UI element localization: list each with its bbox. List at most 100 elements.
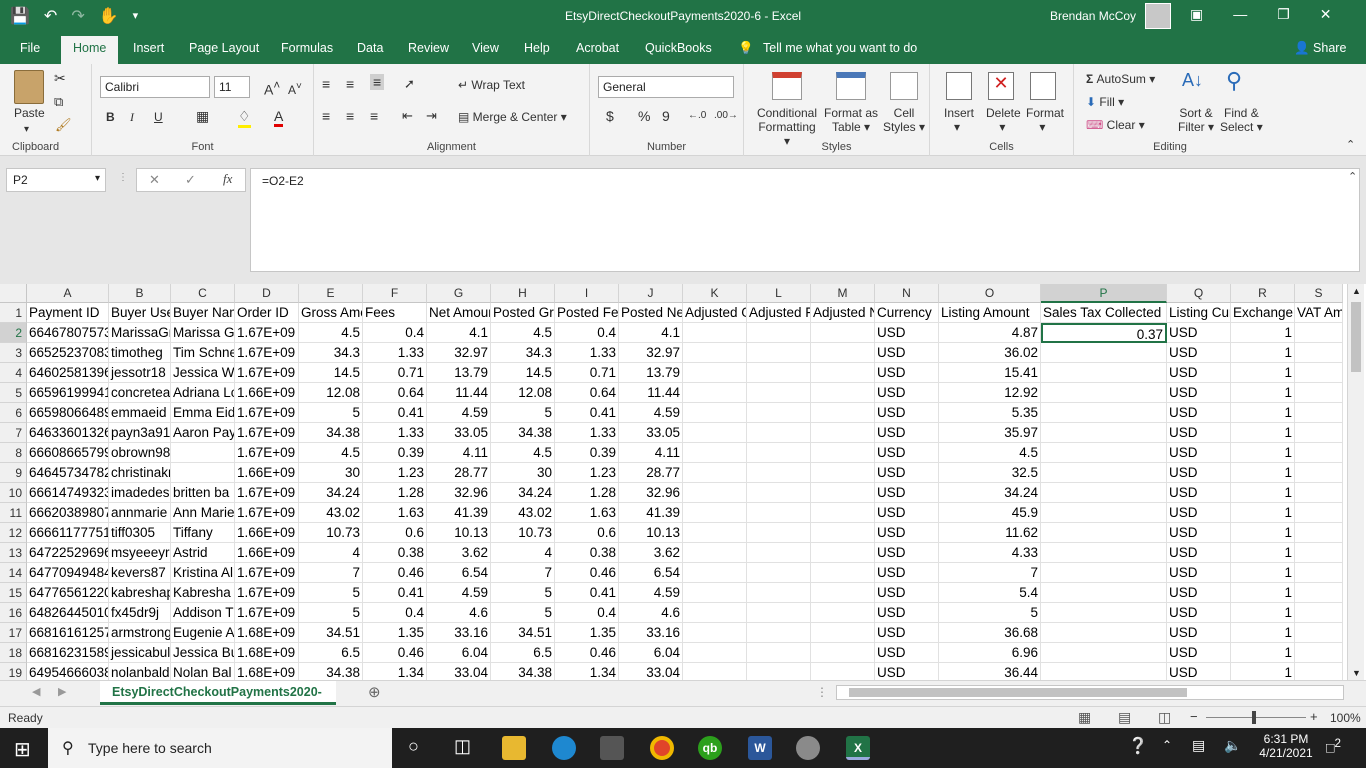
table-cell[interactable]: jessotr18	[109, 363, 171, 383]
column-header-r[interactable]: R	[1231, 284, 1295, 303]
table-cell[interactable]	[811, 343, 875, 363]
table-cell[interactable]: 35.97	[939, 423, 1041, 443]
ribbon-display-icon[interactable]: ▣	[1190, 6, 1203, 23]
minimize-icon[interactable]: —	[1233, 6, 1247, 23]
table-cell[interactable]	[1295, 363, 1343, 383]
table-cell[interactable]	[1295, 383, 1343, 403]
table-cell[interactable]: 1.28	[363, 483, 427, 503]
align-left-icon[interactable]: ≡	[322, 108, 330, 124]
tab-page-layout[interactable]: Page Layout	[189, 41, 259, 55]
table-cell[interactable]	[683, 623, 747, 643]
table-cell[interactable]: 1.66E+09	[235, 463, 299, 483]
table-cell[interactable]: 0.6	[555, 523, 619, 543]
row-header[interactable]: 4	[0, 363, 27, 383]
table-cell[interactable]	[1041, 483, 1167, 503]
next-sheet-icon[interactable]: ▶	[58, 685, 66, 698]
table-cell[interactable]: 6.5	[299, 643, 363, 663]
column-header-i[interactable]: I	[555, 284, 619, 303]
row-header[interactable]: 13	[0, 543, 27, 563]
table-cell[interactable]: Tiffany	[171, 523, 235, 543]
tray-chevron-icon[interactable]: ⌃	[1162, 738, 1172, 752]
table-cell[interactable]: 1.68E+09	[235, 643, 299, 663]
table-cell[interactable]	[683, 563, 747, 583]
table-cell[interactable]: 0.4	[363, 603, 427, 623]
table-cell[interactable]	[747, 543, 811, 563]
table-cell[interactable]: USD	[1167, 663, 1231, 680]
wrap-text-button[interactable]: ↵ Wrap Text	[458, 78, 525, 92]
table-cell[interactable]: USD	[1167, 363, 1231, 383]
scroll-down-icon[interactable]: ▼	[1352, 668, 1361, 678]
table-cell[interactable]: Emma Eid	[171, 403, 235, 423]
table-cell[interactable]	[1295, 563, 1343, 583]
table-cell[interactable]: Kristina Al	[171, 563, 235, 583]
table-cell[interactable]: 34.24	[299, 483, 363, 503]
column-header-c[interactable]: C	[171, 284, 235, 303]
table-cell[interactable]: 14.5	[299, 363, 363, 383]
row-header[interactable]: 17	[0, 623, 27, 643]
table-cell[interactable]: 64770949484	[27, 563, 109, 583]
table-cell[interactable]	[811, 603, 875, 623]
table-cell[interactable]	[683, 643, 747, 663]
formula-input[interactable]: =O2-E2	[250, 168, 1360, 272]
table-cell[interactable]	[683, 463, 747, 483]
table-cell[interactable]	[811, 403, 875, 423]
table-cell[interactable]	[811, 483, 875, 503]
vertical-scrollbar[interactable]: ▲ ▼	[1347, 284, 1364, 680]
tab-view[interactable]: View	[472, 41, 499, 55]
table-cell[interactable]: 0.4	[555, 323, 619, 343]
row-header[interactable]: 3	[0, 343, 27, 363]
add-sheet-icon[interactable]: ⊕	[368, 683, 381, 701]
table-cell[interactable]: 4.1	[619, 323, 683, 343]
table-cell[interactable]: 4.59	[619, 583, 683, 603]
table-cell[interactable]	[1041, 343, 1167, 363]
zoom-slider[interactable]	[1206, 717, 1306, 718]
table-cell[interactable]	[747, 523, 811, 543]
table-cell[interactable]	[747, 443, 811, 463]
merge-center-button[interactable]: ▤ Merge & Center ▾	[458, 110, 567, 124]
task-view-icon[interactable]: ◫	[454, 736, 471, 757]
table-cell[interactable]: 1.67E+09	[235, 603, 299, 623]
table-cell[interactable]: 1.68E+09	[235, 623, 299, 643]
table-cell[interactable]: 10.13	[619, 523, 683, 543]
table-cell[interactable]	[683, 603, 747, 623]
sort-filter-button[interactable]: Sort & Filter ▾	[1178, 106, 1214, 134]
table-cell[interactable]: 1	[1231, 663, 1295, 680]
table-cell[interactable]: 1	[1231, 383, 1295, 403]
table-cell[interactable]: 66614749323	[27, 483, 109, 503]
table-cell[interactable]: 34.38	[299, 423, 363, 443]
table-cell[interactable]	[747, 363, 811, 383]
table-cell[interactable]: 0.71	[363, 363, 427, 383]
insert-function-icon[interactable]: fx	[223, 171, 232, 187]
table-cell[interactable]: USD	[875, 463, 939, 483]
table-cell[interactable]: fx45dr9j	[109, 603, 171, 623]
table-cell[interactable]: 1.34	[363, 663, 427, 680]
table-cell[interactable]: 34.38	[491, 423, 555, 443]
table-cell[interactable]: 0.4	[555, 603, 619, 623]
table-cell[interactable]: 5.4	[939, 583, 1041, 603]
find-select-button[interactable]: Find & Select ▾	[1220, 106, 1263, 134]
bold-button[interactable]: B	[106, 110, 115, 124]
table-cell[interactable]	[811, 623, 875, 643]
table-cell[interactable]: 1	[1231, 403, 1295, 423]
table-cell[interactable]: 66525237083	[27, 343, 109, 363]
table-cell[interactable]: 1.63	[363, 503, 427, 523]
clock[interactable]: 6:31 PM 4/21/2021	[1256, 732, 1316, 760]
table-cell[interactable]	[1041, 663, 1167, 680]
zoom-slider-thumb[interactable]	[1252, 711, 1256, 724]
row-header[interactable]: 2	[0, 323, 27, 343]
table-cell[interactable]: 1	[1231, 443, 1295, 463]
table-cell[interactable]: 1.35	[363, 623, 427, 643]
table-cell[interactable]: 36.44	[939, 663, 1041, 680]
table-cell[interactable]: 34.24	[939, 483, 1041, 503]
table-cell[interactable]: 1	[1231, 603, 1295, 623]
table-cell[interactable]: 34.51	[491, 623, 555, 643]
table-cell[interactable]: 1.33	[555, 343, 619, 363]
table-cell[interactable]: 0.46	[555, 563, 619, 583]
store-icon[interactable]	[600, 736, 624, 760]
table-cell[interactable]: Nolan Bal	[171, 663, 235, 680]
table-cell[interactable]: 0.64	[555, 383, 619, 403]
column-header-f[interactable]: F	[363, 284, 427, 303]
table-cell[interactable]: USD	[1167, 483, 1231, 503]
table-cell[interactable]	[811, 383, 875, 403]
table-cell[interactable]: USD	[875, 503, 939, 523]
